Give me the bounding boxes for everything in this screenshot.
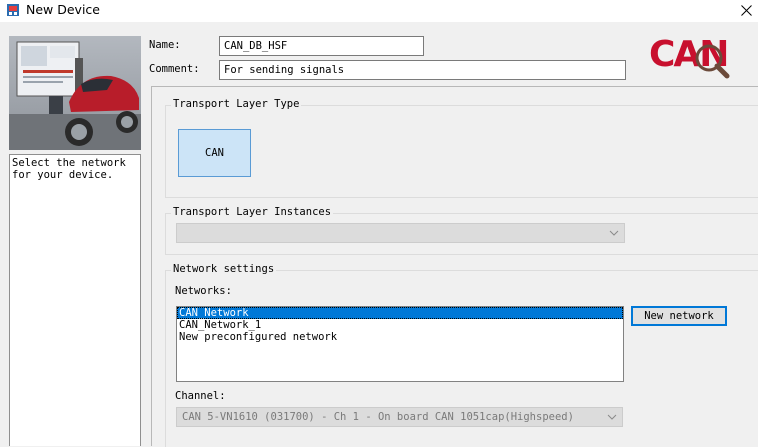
transport-layer-instances-title: Transport Layer Instances bbox=[171, 206, 334, 218]
network-settings-group: Network settings Networks: CAN_Network C… bbox=[165, 263, 758, 447]
close-button[interactable] bbox=[734, 0, 758, 20]
transport-layer-type-group: Transport Layer Type CAN bbox=[165, 98, 758, 198]
chevron-down-icon bbox=[607, 414, 617, 420]
channel-select[interactable]: CAN 5-VN1610 (031700) - Ch 1 - On board … bbox=[176, 407, 623, 427]
transport-instance-select[interactable] bbox=[176, 223, 625, 243]
app-icon bbox=[7, 4, 19, 16]
name-input[interactable] bbox=[219, 36, 424, 56]
networks-label: Networks: bbox=[175, 285, 232, 297]
networks-list[interactable]: CAN_Network CAN_Network_1 New preconfigu… bbox=[176, 306, 624, 382]
comment-label: Comment: bbox=[149, 63, 200, 75]
list-item[interactable]: CAN_Network_1 bbox=[177, 319, 623, 331]
close-icon bbox=[740, 4, 752, 16]
new-network-button[interactable]: New network bbox=[631, 306, 727, 326]
list-item[interactable]: CAN_Network bbox=[177, 307, 623, 319]
main-panel: Transport Layer Type CAN Transport Layer… bbox=[151, 86, 758, 447]
window-title: New Device bbox=[26, 2, 100, 17]
can-transport-tile[interactable]: CAN bbox=[178, 129, 251, 177]
device-illustration bbox=[9, 36, 141, 150]
chevron-down-icon bbox=[609, 230, 619, 236]
title-bar: New Device bbox=[0, 0, 758, 22]
channel-value: CAN 5-VN1610 (031700) - Ch 1 - On board … bbox=[182, 411, 574, 423]
can-transport-label: CAN bbox=[205, 147, 224, 159]
transport-layer-instances-group: Transport Layer Instances bbox=[165, 206, 758, 255]
can-logo: CAN bbox=[649, 34, 730, 79]
step-description: Select the network for your device. bbox=[9, 154, 141, 446]
comment-input[interactable] bbox=[219, 60, 626, 80]
transport-layer-type-title: Transport Layer Type bbox=[171, 98, 302, 110]
list-item[interactable]: New preconfigured network bbox=[177, 331, 623, 343]
network-settings-title: Network settings bbox=[171, 263, 277, 275]
name-label: Name: bbox=[149, 39, 181, 51]
channel-label: Channel: bbox=[175, 390, 226, 402]
